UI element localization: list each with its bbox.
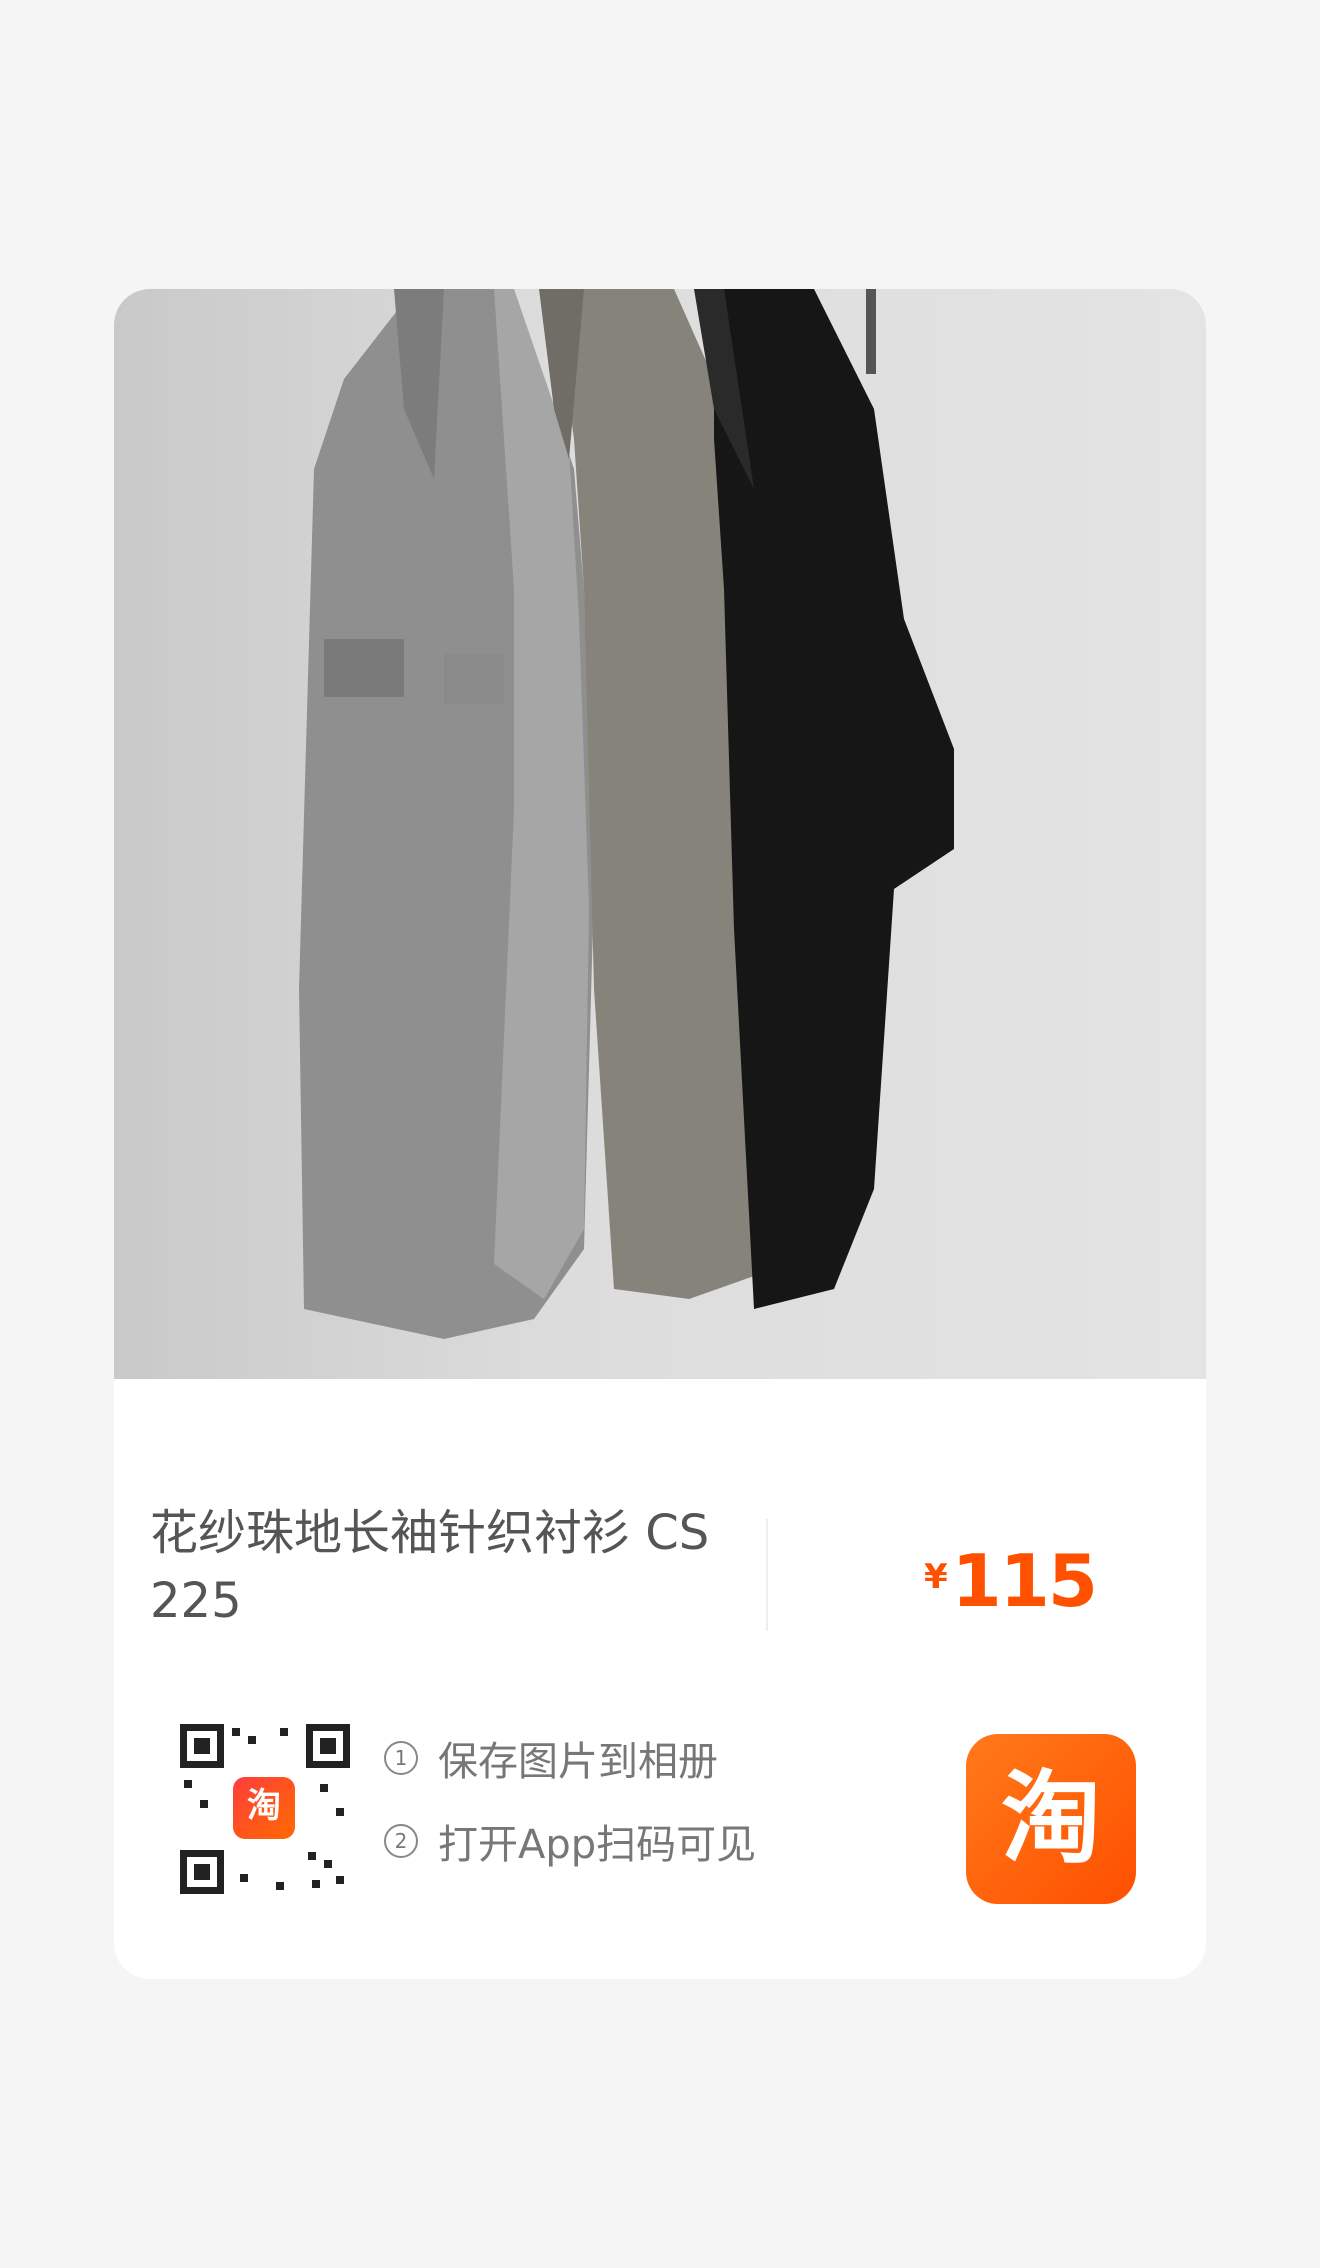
divider xyxy=(766,1519,768,1631)
step-open-app: 2 打开App扫码可见 xyxy=(384,1812,756,1870)
shirts-illustration xyxy=(299,289,954,1339)
step-number-1: 1 xyxy=(384,1741,418,1775)
step-save-image: 1 保存图片到相册 xyxy=(384,1729,718,1787)
qr-code: 淘 xyxy=(180,1724,350,1894)
rack-pole xyxy=(866,289,876,374)
taobao-logo-icon: 淘 xyxy=(966,1734,1136,1904)
currency-symbol: ¥ xyxy=(924,1557,948,1597)
gray-shirt-pocket xyxy=(324,639,404,697)
step-text-2: 打开App扫码可见 xyxy=(438,1822,757,1868)
price: ¥115 xyxy=(924,1539,1098,1623)
gray-shirt-pocket-right xyxy=(444,654,504,704)
product-info: 花纱珠地长袖针织衬衫 CS 225 ¥115 淘 1 保存图片到相册 2 打开A… xyxy=(114,1379,1206,1979)
product-photo xyxy=(114,289,1206,1379)
price-value: 115 xyxy=(951,1539,1098,1623)
step-text-1: 保存图片到相册 xyxy=(438,1739,718,1785)
product-share-card: 花纱珠地长袖针织衬衫 CS 225 ¥115 淘 1 保存图片到相册 2 打开A… xyxy=(114,289,1206,1979)
black-shirt xyxy=(714,289,954,1309)
taobao-badge-icon: 淘 xyxy=(233,1777,295,1839)
product-title: 花纱珠地长袖针织衬衫 CS 225 xyxy=(150,1505,710,1629)
step-number-2: 2 xyxy=(384,1824,418,1858)
